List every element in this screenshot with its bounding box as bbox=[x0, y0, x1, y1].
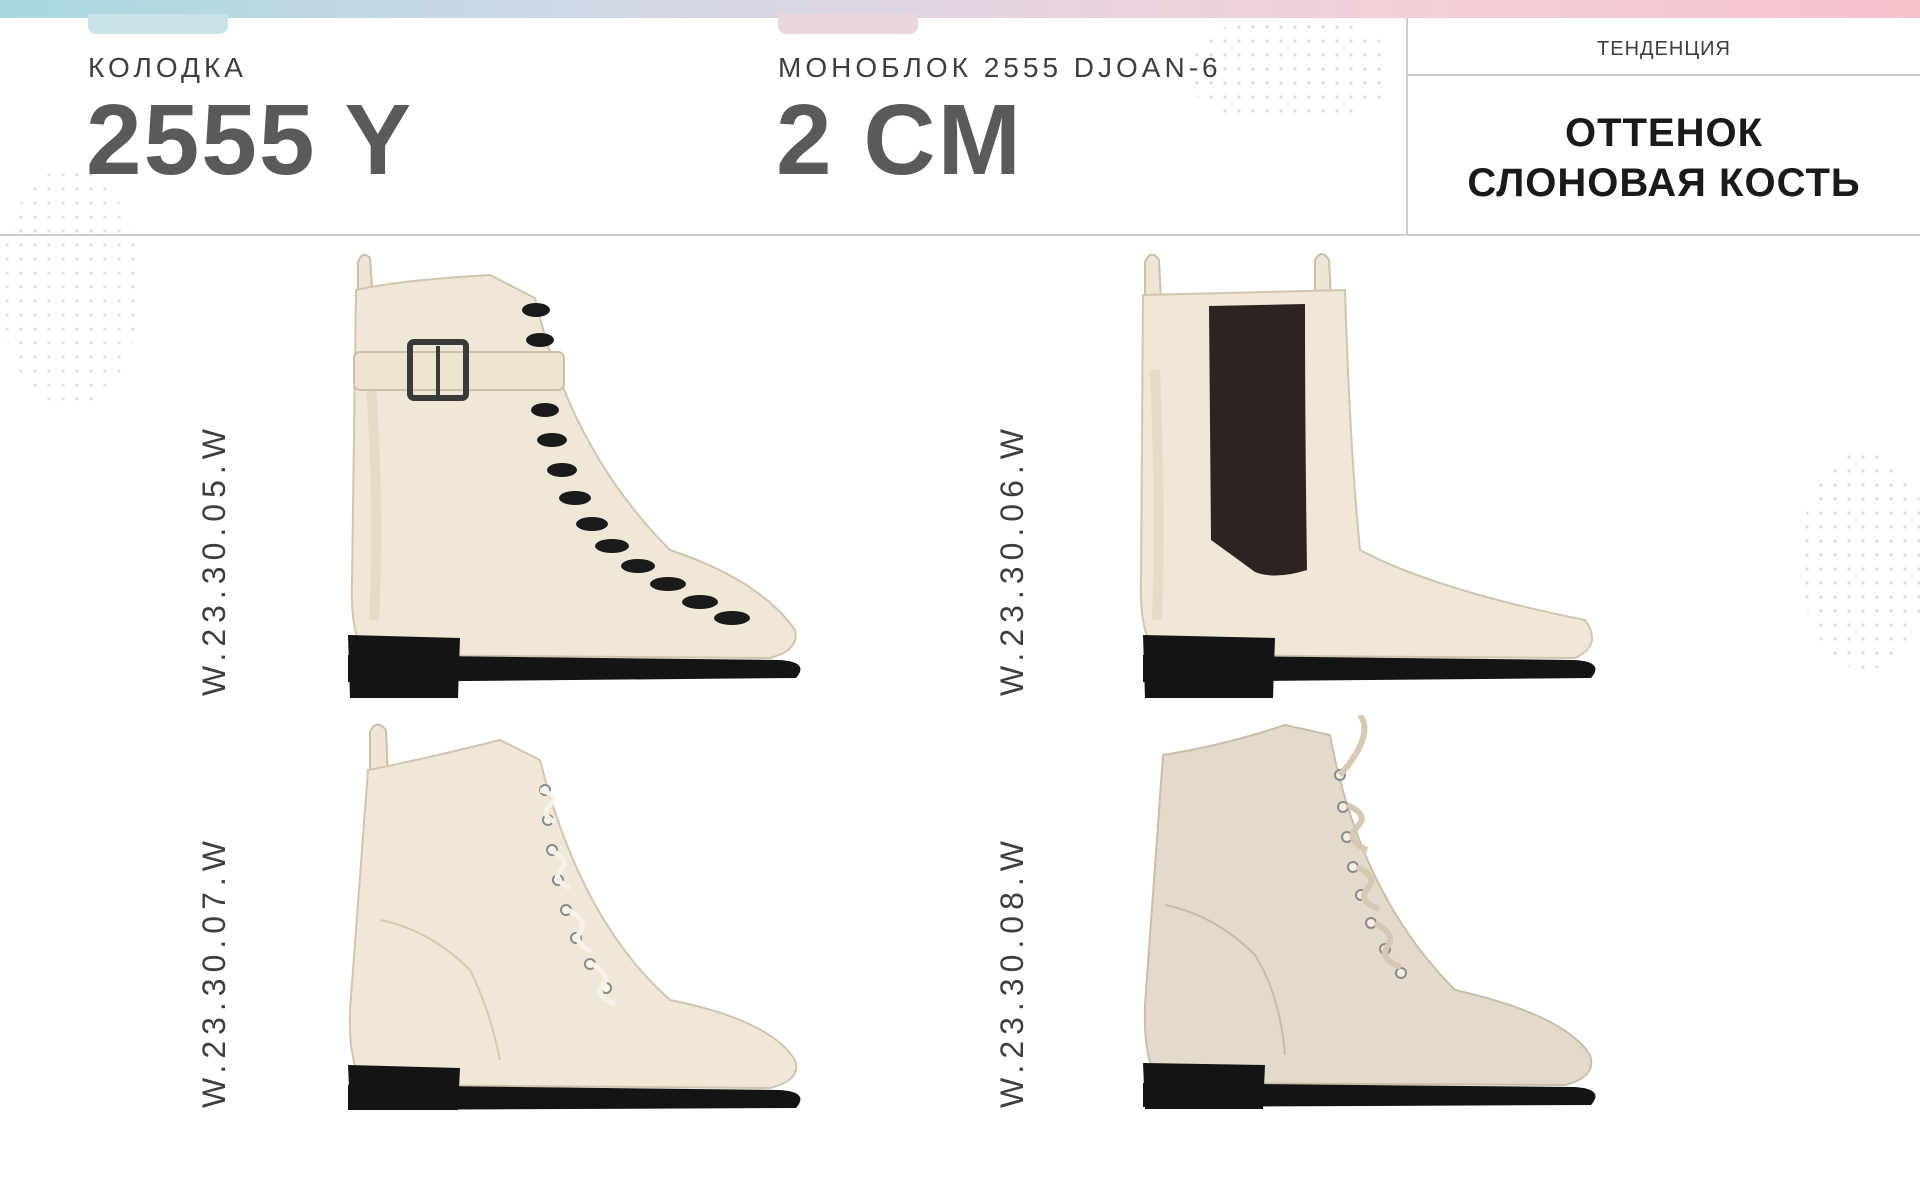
top-gradient-bar bbox=[0, 0, 1920, 18]
boot-image-buckle-lace bbox=[340, 250, 810, 700]
trend-value-line2: СЛОНОВАЯ КОСТЬ bbox=[1467, 161, 1861, 205]
monoblock-label: МОНОБЛОК 2555 DJOAN-6 bbox=[778, 52, 1222, 83]
trend-value: ОТТЕНОК СЛОНОВАЯ КОСТЬ bbox=[1408, 108, 1920, 208]
product-code: W.23.30.05.W bbox=[196, 423, 232, 696]
product-code: W.23.30.06.W bbox=[994, 423, 1030, 696]
boot-image-chelsea bbox=[1135, 250, 1605, 700]
monoblock-value: 2 CM bbox=[776, 84, 1023, 196]
last-value: 2555 Y bbox=[86, 84, 414, 196]
header-tab-decor bbox=[88, 14, 228, 34]
dot-pattern bbox=[0, 168, 140, 408]
product-code: W.23.30.07.W bbox=[196, 835, 232, 1108]
trend-label: ТЕНДЕНЦИЯ bbox=[1597, 38, 1731, 60]
header-divider-horizontal bbox=[1408, 74, 1920, 76]
last-label: КОЛОДКА bbox=[88, 52, 247, 83]
header-bottom-divider bbox=[0, 234, 1920, 236]
product-code: W.23.30.08.W bbox=[994, 835, 1030, 1108]
trend-value-line1: ОТТЕНОК bbox=[1564, 111, 1764, 155]
boot-image-suede-lace-up bbox=[1135, 715, 1605, 1110]
dot-pattern bbox=[1800, 450, 1920, 670]
boot-image-lace-up bbox=[340, 720, 810, 1110]
header-tab-decor bbox=[778, 14, 918, 34]
